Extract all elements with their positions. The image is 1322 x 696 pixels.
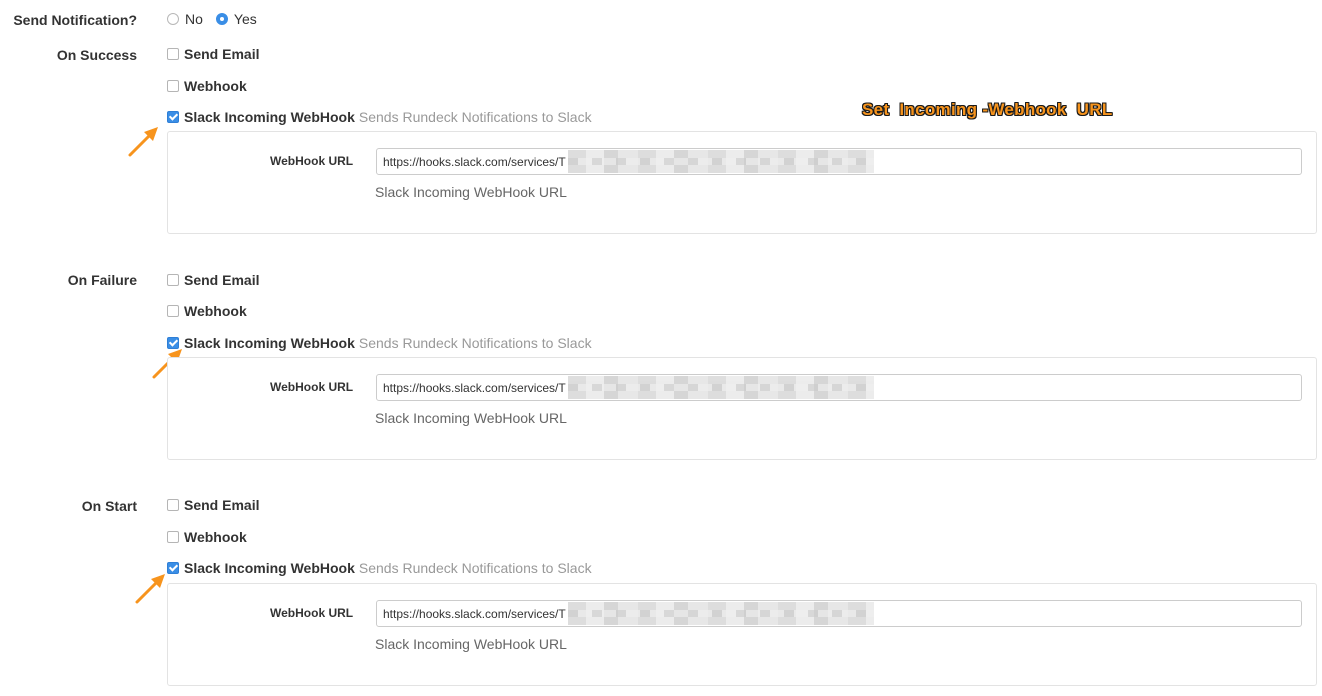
start-webhook-checkbox[interactable]: [167, 531, 179, 543]
send-notification-radio-group: No Yes: [167, 11, 270, 27]
send-notification-label: Send Notification?: [13, 12, 137, 28]
failure-slack-config-panel: WebHook URL Slack Incoming WebHook URL: [167, 357, 1317, 460]
success-slack-option[interactable]: Slack Incoming WebHook Sends Rundeck Not…: [167, 109, 592, 125]
success-webhook-checkbox[interactable]: [167, 80, 179, 92]
success-webhook-label[interactable]: Webhook: [184, 78, 247, 94]
success-webhook-option[interactable]: Webhook: [167, 78, 247, 94]
start-slack-config-panel: WebHook URL Slack Incoming WebHook URL: [167, 583, 1317, 686]
arrow-icon: [128, 127, 158, 157]
failure-send-email-checkbox[interactable]: [167, 274, 179, 286]
failure-slack-option[interactable]: Slack Incoming WebHook Sends Rundeck Not…: [167, 335, 592, 351]
success-send-email-checkbox[interactable]: [167, 48, 179, 60]
failure-slack-label[interactable]: Slack Incoming WebHook: [184, 335, 355, 351]
success-webhook-url-help: Slack Incoming WebHook URL: [375, 184, 567, 200]
start-slack-label[interactable]: Slack Incoming WebHook: [184, 560, 355, 576]
failure-webhook-url-label: WebHook URL: [270, 380, 354, 394]
success-slack-description: Sends Rundeck Notifications to Slack: [358, 109, 592, 125]
redacted-url-blur: [568, 150, 874, 173]
redacted-url-blur: [568, 376, 874, 399]
success-slack-checkbox[interactable]: [167, 111, 179, 123]
success-webhook-url-label: WebHook URL: [270, 154, 354, 168]
section-label-on-success: On Success: [56, 47, 137, 63]
start-webhook-url-help: Slack Incoming WebHook URL: [375, 636, 567, 652]
annotation-text: Set Incoming -Webhook URL: [862, 100, 1113, 119]
start-slack-option[interactable]: Slack Incoming WebHook Sends Rundeck Not…: [167, 560, 592, 576]
start-webhook-label[interactable]: Webhook: [184, 529, 247, 545]
radio-no[interactable]: [167, 13, 179, 25]
section-label-on-start: On Start: [81, 498, 137, 514]
radio-no-label[interactable]: No: [185, 11, 203, 27]
arrow-icon: [135, 574, 165, 604]
failure-webhook-option[interactable]: Webhook: [167, 303, 247, 319]
start-send-email-checkbox[interactable]: [167, 499, 179, 511]
failure-webhook-url-help: Slack Incoming WebHook URL: [375, 410, 567, 426]
success-send-email-label[interactable]: Send Email: [184, 46, 259, 62]
start-send-email-label[interactable]: Send Email: [184, 497, 259, 513]
start-send-email-option[interactable]: Send Email: [167, 497, 259, 513]
success-send-email-option[interactable]: Send Email: [167, 46, 259, 62]
failure-webhook-label[interactable]: Webhook: [184, 303, 247, 319]
failure-send-email-option[interactable]: Send Email: [167, 272, 259, 288]
radio-yes-label[interactable]: Yes: [234, 11, 257, 27]
radio-yes[interactable]: [215, 13, 228, 25]
redacted-url-blur: [568, 602, 874, 625]
start-webhook-url-label: WebHook URL: [270, 606, 354, 620]
success-slack-config-panel: WebHook URL Slack Incoming WebHook URL: [167, 131, 1317, 234]
failure-slack-description: Sends Rundeck Notifications to Slack: [358, 335, 592, 351]
section-label-on-failure: On Failure: [67, 272, 137, 288]
failure-send-email-label[interactable]: Send Email: [184, 272, 259, 288]
success-slack-label[interactable]: Slack Incoming WebHook: [184, 109, 355, 125]
failure-webhook-checkbox[interactable]: [167, 305, 179, 317]
start-slack-description: Sends Rundeck Notifications to Slack: [358, 560, 592, 576]
start-webhook-option[interactable]: Webhook: [167, 529, 247, 545]
